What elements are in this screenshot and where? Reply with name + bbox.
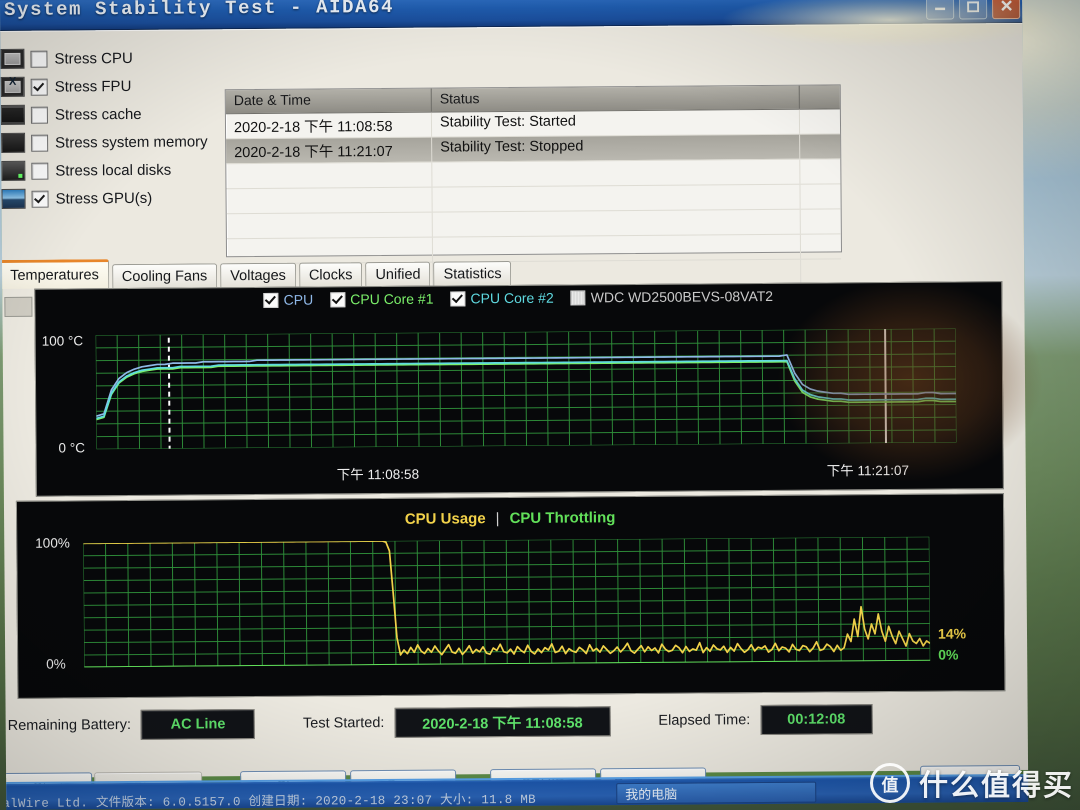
log-cell-extra xyxy=(800,109,840,133)
stress-option-label: Stress FPU xyxy=(54,77,132,96)
fpu-chip-icon xyxy=(0,76,25,97)
log-cell-datetime: 2020-2-18 下午 11:08:58 xyxy=(225,112,433,139)
elapsed-time-label: Elapsed Time: xyxy=(658,712,751,729)
log-cell-status: Stability Test: Stopped xyxy=(432,134,801,162)
panel-left-stub xyxy=(4,296,33,317)
battery-label: Remaining Battery: xyxy=(7,716,132,734)
legend-checkbox[interactable] xyxy=(450,290,466,306)
minimize-icon xyxy=(935,7,946,11)
stress-options-list: Stress CPU Stress FPU Stress cache Stress s… xyxy=(0,43,219,213)
stress-option-checkbox[interactable] xyxy=(30,78,48,96)
test-started-value: 2020-2-18 下午 11:08:58 xyxy=(394,706,611,738)
legend-item[interactable]: CPU Core #2 xyxy=(450,289,554,307)
hard-disk-icon xyxy=(1,160,26,181)
stress-option-row[interactable]: Stress system memory xyxy=(1,127,219,157)
status-strip: Remaining Battery: AC Line Test Started:… xyxy=(2,695,1024,749)
elapsed-time-value: 00:12:08 xyxy=(760,704,873,736)
temp-x-end-label: 下午 11:21:07 xyxy=(826,462,910,479)
title-separator: | xyxy=(495,510,500,528)
log-cell-status: Stability Test: Started xyxy=(431,109,801,137)
usage-axis-max-label: 100% xyxy=(35,535,70,551)
log-header-status[interactable]: Status xyxy=(431,85,800,112)
log-cell-extra xyxy=(800,134,840,158)
legend-label: WDC WD2500BEVS-08VAT2 xyxy=(590,287,774,306)
maximize-button[interactable] xyxy=(958,0,988,20)
tab-clocks[interactable]: Clocks xyxy=(298,262,363,287)
test-started-label: Test Started: xyxy=(302,715,385,732)
cpu-chip-icon xyxy=(0,48,25,69)
tab-cooling-fans[interactable]: Cooling Fans xyxy=(111,263,218,289)
temperature-legend: CPU CPU Core #1 CPU Core #2 WDC WD2500BEVS-… xyxy=(35,286,1001,310)
temperature-plot xyxy=(95,328,957,450)
stress-option-row[interactable]: Stress FPU xyxy=(0,71,219,101)
maximize-icon xyxy=(967,0,980,12)
legend-item[interactable]: CPU Core #1 xyxy=(330,290,434,308)
watermark: 值 什么值得买 xyxy=(869,762,1074,804)
cpu-usage-plot xyxy=(83,536,931,668)
stress-option-checkbox[interactable] xyxy=(30,50,48,68)
legend-item[interactable]: WDC WD2500BEVS-08VAT2 xyxy=(570,287,774,306)
window-title: System Stability Test - AIDA64 xyxy=(3,0,395,21)
taskbar-item-my-computer[interactable]: 我的电脑 xyxy=(616,781,817,805)
throttling-current-value: 0% xyxy=(938,646,959,663)
log-header-extra[interactable] xyxy=(800,85,840,108)
cache-chip-icon xyxy=(0,104,25,125)
temperatures-chart-panel: CPU CPU Core #1 CPU Core #2 WDC WD2500BEVS-… xyxy=(34,281,1004,497)
window-controls xyxy=(925,0,1021,20)
tab-voltages[interactable]: Voltages xyxy=(220,262,296,288)
legend-item[interactable]: CPU xyxy=(263,291,314,308)
minimize-button[interactable] xyxy=(925,0,955,20)
stress-option-row[interactable]: Stress local disks xyxy=(1,155,219,185)
usage-current-value: 14% xyxy=(937,625,967,642)
cpu-throttling-title: CPU Throttling xyxy=(509,509,616,528)
stress-option-checkbox[interactable] xyxy=(31,134,49,152)
tab-statistics[interactable]: Statistics xyxy=(433,260,512,286)
chart-marker-line xyxy=(167,328,171,450)
legend-label: CPU Core #1 xyxy=(350,290,434,308)
legend-checkbox[interactable] xyxy=(263,292,279,308)
stress-option-row[interactable]: Stress cache xyxy=(0,99,219,129)
legend-checkbox[interactable] xyxy=(330,291,346,307)
usage-title-row: CPU Usage | CPU Throttling xyxy=(17,506,1003,531)
chart-gridlines xyxy=(83,536,931,668)
stress-option-checkbox[interactable] xyxy=(30,106,48,124)
stress-option-label: Stress CPU xyxy=(54,49,133,68)
stress-option-label: Stress cache xyxy=(54,105,142,124)
temp-x-start-label: 下午 11:08:58 xyxy=(336,466,420,483)
tab-unified[interactable]: Unified xyxy=(365,261,431,287)
photographed-screen-background: System Stability Test - AIDA64 Stress CP… xyxy=(0,0,1080,810)
monitor-screen: System Stability Test - AIDA64 Stress CP… xyxy=(0,0,1029,810)
watermark-text: 什么值得买 xyxy=(918,770,1074,802)
legend-label: CPU xyxy=(283,291,314,308)
temp-axis-max-label: 100 °C xyxy=(41,333,84,349)
gpu-monitor-icon xyxy=(1,188,26,209)
stress-option-label: Stress system memory xyxy=(55,132,208,152)
temp-axis-min-label: 0 °C xyxy=(58,440,86,456)
log-cell-datetime: 2020-2-18 下午 11:21:07 xyxy=(226,137,433,164)
stress-option-label: Stress local disks xyxy=(55,161,172,180)
close-icon xyxy=(1000,0,1012,11)
cpu-usage-title: CPU Usage xyxy=(404,510,486,528)
stress-option-checkbox[interactable] xyxy=(31,190,49,208)
stress-option-row[interactable]: Stress GPU(s) xyxy=(1,183,219,213)
watermark-logo-icon: 值 xyxy=(869,763,910,803)
event-log-list[interactable]: Date & Time Status 2020-2-18 下午 11:08:58… xyxy=(224,84,843,290)
memory-module-icon xyxy=(1,132,26,153)
battery-value: AC Line xyxy=(140,709,256,740)
cpu-usage-chart-panel: CPU Usage | CPU Throttling 100% 0% 14% 0… xyxy=(15,493,1006,699)
chart-marker-line xyxy=(883,328,888,450)
usage-axis-min-label: 0% xyxy=(46,656,66,672)
stress-option-label: Stress GPU(s) xyxy=(55,189,153,208)
tab-temperatures[interactable]: Temperatures xyxy=(0,259,109,290)
stress-option-checkbox[interactable] xyxy=(31,162,49,180)
legend-checkbox[interactable] xyxy=(570,289,586,306)
dialog-client-area: Stress CPU Stress FPU Stress cache Stress s… xyxy=(0,22,1029,805)
chart-gridlines xyxy=(95,328,957,450)
stress-option-row[interactable]: Stress CPU xyxy=(0,43,218,73)
close-button[interactable] xyxy=(991,0,1021,20)
legend-label: CPU Core #2 xyxy=(470,289,554,307)
log-header-datetime[interactable]: Date & Time xyxy=(225,88,432,114)
